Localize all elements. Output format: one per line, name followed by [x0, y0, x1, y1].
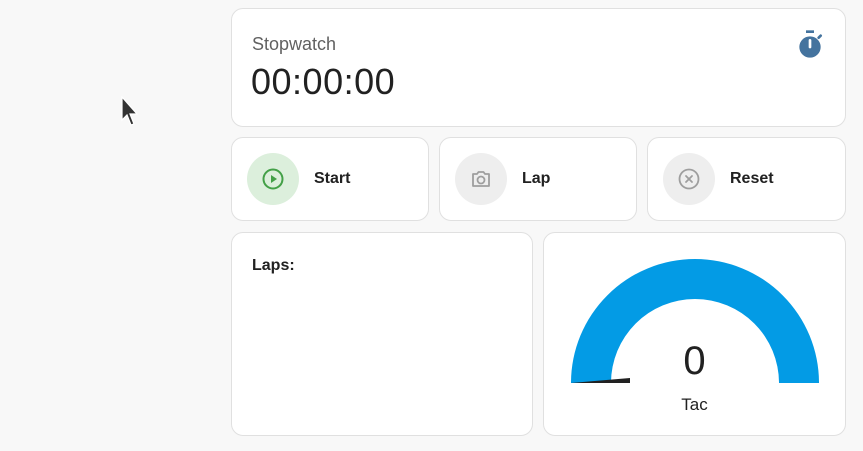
stopwatch-time: 00:00:00 — [251, 61, 396, 102]
close-circle-icon — [678, 168, 700, 190]
laps-title: Laps: — [252, 257, 295, 274]
reset-button-label: Reset — [730, 170, 774, 187]
timer-icon — [799, 30, 822, 58]
start-icon-circle — [247, 153, 299, 205]
gauge-label: Tac — [681, 395, 708, 414]
stopwatch-card: Stopwatch 00:00:00 — [231, 8, 846, 127]
lap-button[interactable]: Lap — [439, 137, 637, 221]
lap-icon-circle — [455, 153, 507, 205]
lap-button-label: Lap — [522, 170, 551, 187]
start-button-label: Start — [314, 170, 351, 187]
reset-button[interactable]: Reset — [647, 137, 846, 221]
start-button[interactable]: Start — [231, 137, 429, 221]
play-circle-icon — [262, 168, 284, 190]
gauge-value: 0 — [683, 339, 706, 383]
reset-icon-circle — [663, 153, 715, 205]
camera-icon — [472, 171, 490, 187]
stopwatch-title: Stopwatch — [252, 34, 337, 54]
mouse-cursor — [121, 96, 139, 126]
laps-card: Laps: — [231, 232, 533, 436]
gauge-card: 0 Tac — [543, 232, 846, 436]
